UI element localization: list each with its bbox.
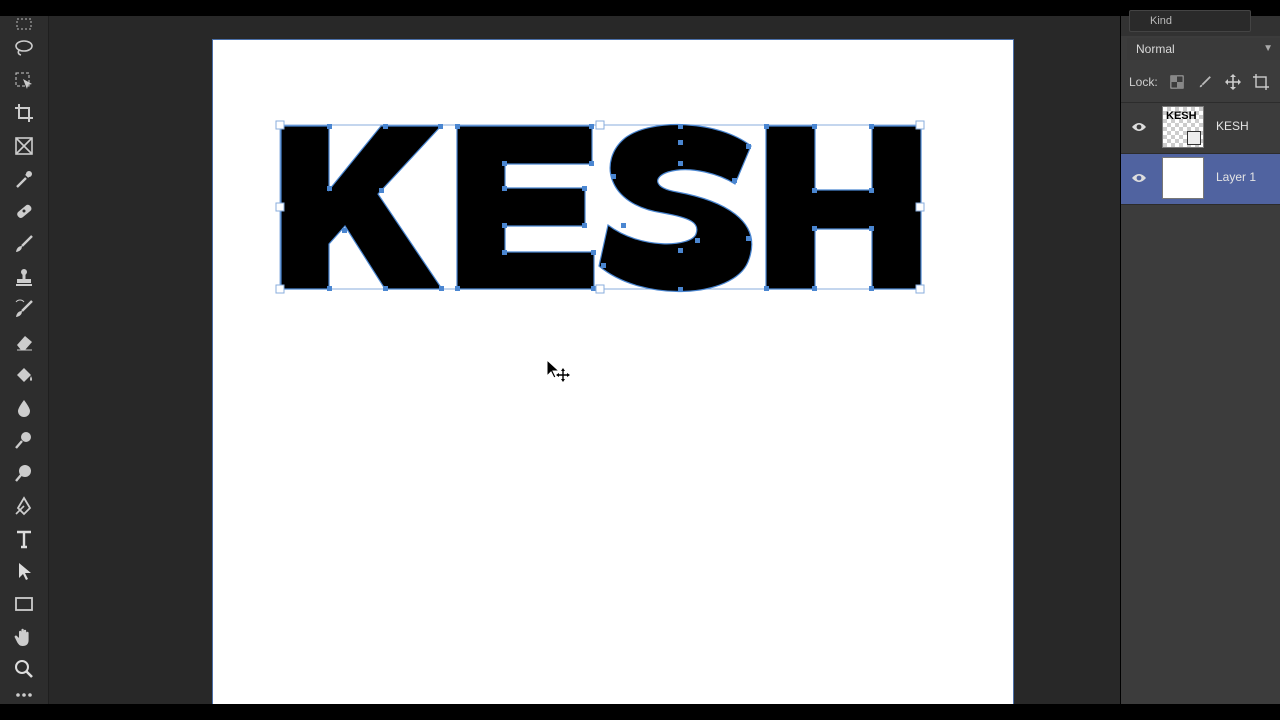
lock-options xyxy=(1169,72,1269,92)
dodge-icon xyxy=(15,432,31,449)
marquee-icon xyxy=(16,18,32,30)
crop-tool[interactable] xyxy=(8,99,40,127)
lasso-tool[interactable] xyxy=(8,34,40,62)
object-selection-tool[interactable] xyxy=(8,67,40,95)
history-brush-tool[interactable] xyxy=(8,295,40,323)
layer-thumbnail-text: KESH xyxy=(1166,110,1197,122)
marquee-tool[interactable] xyxy=(8,8,40,36)
kind-filter-select[interactable]: Kind xyxy=(1129,10,1251,32)
more-icon xyxy=(16,693,32,697)
paint-bucket-icon xyxy=(17,368,32,382)
letter-s-path xyxy=(598,124,753,292)
eyedropper-tool[interactable] xyxy=(8,165,40,193)
sponge-tool[interactable] xyxy=(8,459,40,487)
document-canvas[interactable] xyxy=(212,39,1014,705)
rectangle-tool[interactable] xyxy=(8,590,40,618)
eyedropper-icon xyxy=(16,171,32,188)
bandage-icon xyxy=(17,204,32,218)
stamp-icon xyxy=(16,269,32,286)
lock-transparent-pixels-icon[interactable] xyxy=(1169,74,1185,90)
letter-k-path xyxy=(280,125,444,290)
sponge-icon xyxy=(15,465,31,482)
layers-panel: Kind Normal ▼ Lock: KESH KESH Layer 1 xyxy=(1121,10,1280,704)
hand-icon xyxy=(14,628,29,646)
layer-filter-row: Kind xyxy=(1121,10,1280,36)
visibility-eye-icon[interactable] xyxy=(1131,120,1147,134)
more-tools[interactable] xyxy=(8,686,40,704)
divider xyxy=(1121,204,1280,205)
healing-brush-tool[interactable] xyxy=(8,197,40,225)
lock-artboard-icon[interactable] xyxy=(1253,74,1269,90)
move-cursor-icon xyxy=(546,358,570,382)
top-bar xyxy=(0,0,1280,16)
blur-tool[interactable] xyxy=(8,394,40,422)
zoom-icon xyxy=(15,660,33,678)
object-selection-icon xyxy=(15,72,32,89)
type-icon xyxy=(17,530,31,549)
layer-thumbnail: KESH xyxy=(1162,106,1204,148)
history-brush-icon xyxy=(15,299,33,317)
chevron-down-icon: ▼ xyxy=(1263,43,1273,54)
blend-mode-value: Normal xyxy=(1136,42,1175,56)
rectangle-icon xyxy=(15,597,33,611)
type-tool[interactable] xyxy=(8,525,40,553)
brush-tool[interactable] xyxy=(8,230,40,258)
layer-name: KESH xyxy=(1216,119,1249,133)
visibility-eye-icon[interactable] xyxy=(1131,171,1147,185)
drop-icon xyxy=(18,400,30,417)
layer-name: Layer 1 xyxy=(1216,170,1257,184)
clone-stamp-tool[interactable] xyxy=(8,263,40,291)
canvas-artwork xyxy=(275,120,925,382)
zoom-tool[interactable] xyxy=(8,655,40,683)
letter-e-path xyxy=(456,125,595,290)
dodge-tool[interactable] xyxy=(8,426,40,454)
lock-label: Lock: xyxy=(1129,75,1158,89)
arrow-icon xyxy=(19,563,31,580)
frame-tool[interactable] xyxy=(8,132,40,160)
eraser-tool[interactable] xyxy=(8,328,40,356)
bottom-bar xyxy=(0,704,1280,720)
lasso-icon xyxy=(15,40,33,56)
blend-mode-select[interactable]: Normal ▼ xyxy=(1127,38,1280,60)
smart-object-badge-icon xyxy=(1187,131,1201,145)
layer-row-layer-1[interactable]: Layer 1 xyxy=(1121,154,1280,204)
pen-tool[interactable] xyxy=(8,492,40,520)
lock-image-pixels-icon[interactable] xyxy=(1197,74,1213,90)
tools-panel xyxy=(0,16,49,704)
frame-icon xyxy=(15,137,33,155)
layer-thumbnail xyxy=(1162,157,1204,199)
lock-position-icon[interactable] xyxy=(1225,74,1241,90)
eraser-icon xyxy=(17,336,32,351)
path-selection-tool[interactable] xyxy=(8,557,40,585)
layer-row-kesh[interactable]: KESH KESH xyxy=(1121,103,1280,153)
crop-icon xyxy=(15,104,33,122)
pen-icon xyxy=(15,496,32,516)
paint-bucket-tool[interactable] xyxy=(8,361,40,389)
hand-tool[interactable] xyxy=(8,623,40,651)
letter-h-path xyxy=(765,125,922,290)
brush-icon xyxy=(16,235,33,252)
